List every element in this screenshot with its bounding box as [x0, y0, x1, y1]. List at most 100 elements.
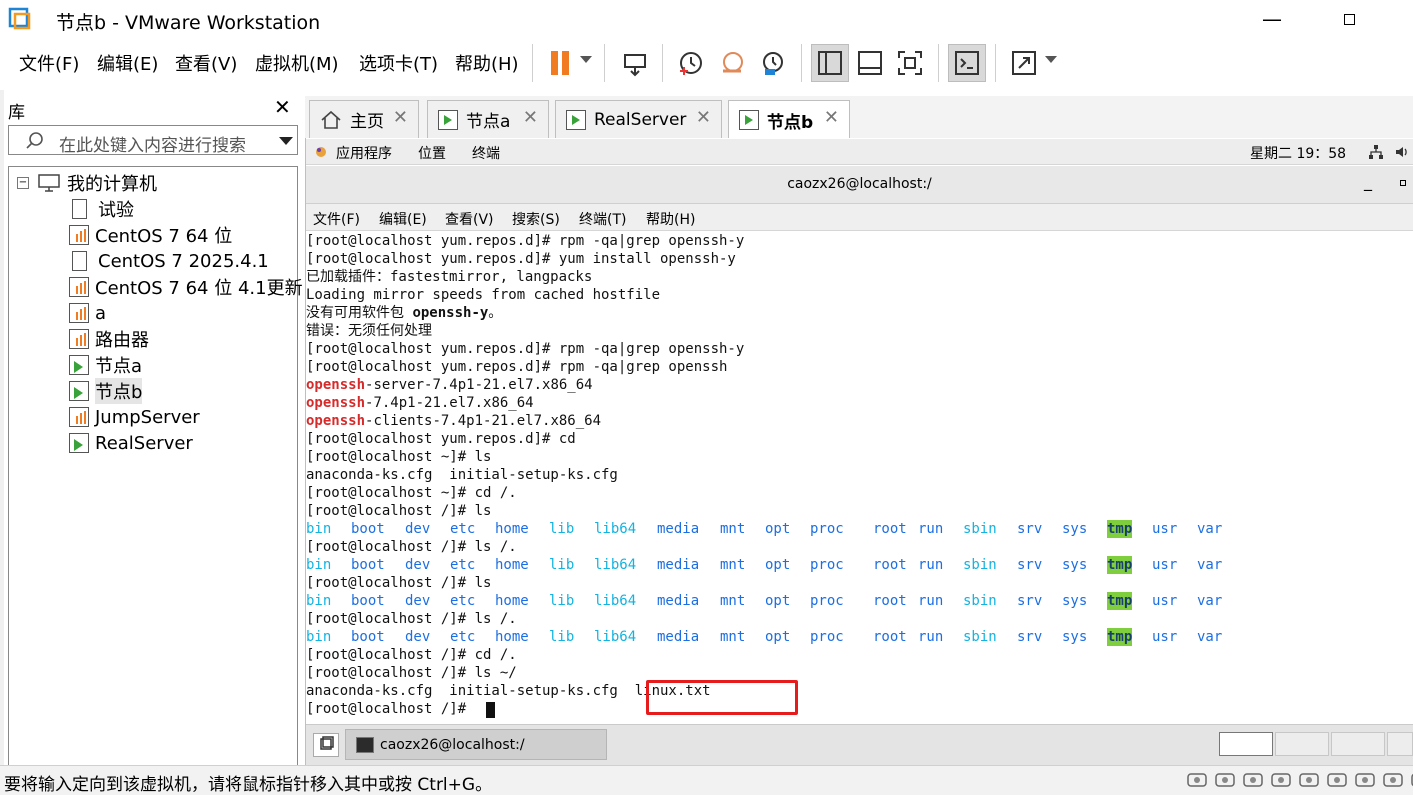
grep-match: openssh: [306, 413, 366, 429]
stretch-guest-button[interactable]: [1005, 44, 1043, 82]
terminal-output[interactable]: [root@localhost yum.repos.d]# rpm -qa|gr…: [306, 232, 1413, 724]
dir-entry-media: media: [657, 629, 700, 645]
printer-icon[interactable]: [1382, 770, 1404, 790]
tree-item-vm[interactable]: CentOS 7 2025.4.1: [69, 248, 269, 274]
menu-tabs[interactable]: 选项卡(T): [359, 50, 438, 76]
tree-item-vm[interactable]: JumpServer: [69, 404, 200, 430]
gnome-clock[interactable]: 星期二 19：58: [1250, 143, 1346, 163]
gnome-places-menu[interactable]: 位置: [418, 143, 446, 163]
dir-entry-tmp: tmp: [1107, 592, 1133, 610]
tree-item-vm[interactable]: 节点b: [69, 378, 143, 404]
menu-view[interactable]: 查看(V): [175, 50, 237, 76]
tree-root-my-computer[interactable]: − 我的计算机: [17, 170, 157, 196]
stretch-dropdown-icon[interactable]: [1045, 56, 1057, 63]
tab-close-icon[interactable]: ✕: [824, 107, 839, 128]
console-view-button[interactable]: [948, 44, 986, 82]
pause-button[interactable]: [541, 44, 579, 82]
menu-file[interactable]: 文件(F): [19, 50, 79, 76]
gnome-applications-menu[interactable]: 应用程序: [336, 143, 392, 163]
dir-entry-home: home: [495, 521, 529, 537]
show-desktop-button[interactable]: [313, 733, 339, 757]
tab-close-icon[interactable]: ✕: [393, 107, 408, 128]
terminal-line: anaconda-ks.cfg initial-setup-ks.cfg: [306, 467, 618, 483]
tree-item-vm[interactable]: a: [69, 300, 106, 326]
dir-entry-root: root: [873, 521, 907, 537]
workspace-1[interactable]: [1219, 732, 1273, 756]
dir-entry-dev: dev: [405, 521, 431, 537]
revert-snapshot-button[interactable]: [714, 44, 752, 82]
dir-entry-bin: bin: [306, 629, 332, 645]
tab-realserver[interactable]: RealServer ✕: [555, 100, 722, 138]
tree-item-vm[interactable]: 试验: [69, 196, 134, 222]
tree-item-label: RealServer: [95, 432, 193, 454]
dir-entry-media: media: [657, 521, 700, 537]
network-icon[interactable]: [1354, 770, 1376, 790]
dir-entry-home: home: [495, 557, 529, 573]
terminal-menu-terminal[interactable]: 终端(T): [579, 209, 626, 229]
network-adapter-icon[interactable]: [1242, 770, 1264, 790]
workspace-4[interactable]: [1387, 732, 1413, 756]
dir-entry-etc: etc: [450, 593, 476, 609]
terminal-menu-view[interactable]: 查看(V): [445, 209, 494, 229]
toolbar-divider: [662, 44, 663, 82]
library-tree: − 我的计算机 试验 CentOS 7 64 位 CentOS 7 2025.4.1…: [8, 166, 303, 766]
show-desktop-icon: [320, 736, 334, 750]
library-view-button[interactable]: [811, 44, 849, 82]
dir-entry-dev: dev: [405, 629, 431, 645]
snapshot-manager-button[interactable]: [754, 44, 792, 82]
tab-node-b[interactable]: 节点b ✕: [728, 100, 850, 139]
tab-close-icon[interactable]: ✕: [696, 107, 711, 128]
collapse-icon[interactable]: −: [17, 177, 29, 189]
terminal-menu-file[interactable]: 文件(F): [313, 209, 360, 229]
cdrom-icon[interactable]: [1214, 770, 1236, 790]
dir-entry-home: home: [495, 593, 529, 609]
dir-entry-srv: srv: [1017, 593, 1043, 609]
maximize-button[interactable]: [1334, 4, 1364, 34]
tab-home[interactable]: 主页 ✕: [309, 100, 419, 138]
minimize-button[interactable]: —: [1257, 4, 1287, 34]
menu-help[interactable]: 帮助(H): [455, 50, 519, 76]
library-search-input[interactable]: 在此处键入内容进行搜索: [8, 125, 298, 156]
gnome-terminal-menu[interactable]: 终端: [472, 143, 500, 163]
terminal-menu-help[interactable]: 帮助(H): [646, 209, 695, 229]
terminal-minimize-button[interactable]: _: [1364, 172, 1372, 191]
tree-item-vm[interactable]: RealServer: [69, 430, 193, 456]
sound-icon[interactable]: [1298, 770, 1320, 790]
menu-edit[interactable]: 编辑(E): [97, 50, 158, 76]
vmware-app-icon: [8, 7, 31, 30]
tab-close-icon[interactable]: ✕: [523, 107, 538, 128]
volume-icon[interactable]: [1394, 144, 1410, 160]
workspace-3[interactable]: [1331, 732, 1385, 756]
usb-icon[interactable]: [1270, 770, 1292, 790]
console-icon: [955, 51, 979, 75]
search-dropdown-icon[interactable]: [279, 137, 293, 145]
terminal-maximize-button[interactable]: [1400, 180, 1406, 186]
hdd-icon[interactable]: [1186, 770, 1208, 790]
dir-entry-mnt: mnt: [720, 521, 746, 537]
tree-item-vm[interactable]: 节点a: [69, 352, 142, 378]
display-icon[interactable]: [1326, 770, 1348, 790]
workspace-2[interactable]: [1275, 732, 1329, 756]
full-screen-button[interactable]: [891, 44, 929, 82]
tree-item-label: 路由器: [95, 330, 149, 351]
send-keys-icon: [624, 54, 646, 77]
tab-node-a[interactable]: 节点a ✕: [427, 100, 549, 138]
terminal-menu-search[interactable]: 搜索(S): [512, 209, 560, 229]
terminal-line: 错误：无须任何处理: [306, 323, 432, 339]
tree-item-vm[interactable]: CentOS 7 64 位 4.1更新: [69, 274, 303, 300]
send-ctrl-alt-del-button[interactable]: [616, 44, 654, 82]
terminal-titlebar: caozx26@localhost:/ _: [306, 166, 1413, 204]
menu-vm[interactable]: 虚拟机(M): [255, 50, 339, 76]
network-icon[interactable]: [1368, 144, 1384, 160]
taskbar-terminal-item[interactable]: caozx26@localhost:/: [345, 729, 607, 760]
window-edge: [0, 90, 4, 770]
thumbnail-bar-button[interactable]: [851, 44, 889, 82]
power-dropdown-icon[interactable]: [580, 56, 592, 63]
tree-item-vm[interactable]: CentOS 7 64 位: [69, 222, 232, 248]
library-close-button[interactable]: ✕: [274, 95, 291, 119]
snapshot-icon: [680, 52, 702, 75]
terminal-menu-edit[interactable]: 编辑(E): [379, 209, 427, 229]
tree-item-vm[interactable]: 路由器: [69, 326, 149, 352]
terminal-line: [root@localhost ~]# ls: [306, 449, 492, 465]
snapshot-button[interactable]: [672, 44, 710, 82]
